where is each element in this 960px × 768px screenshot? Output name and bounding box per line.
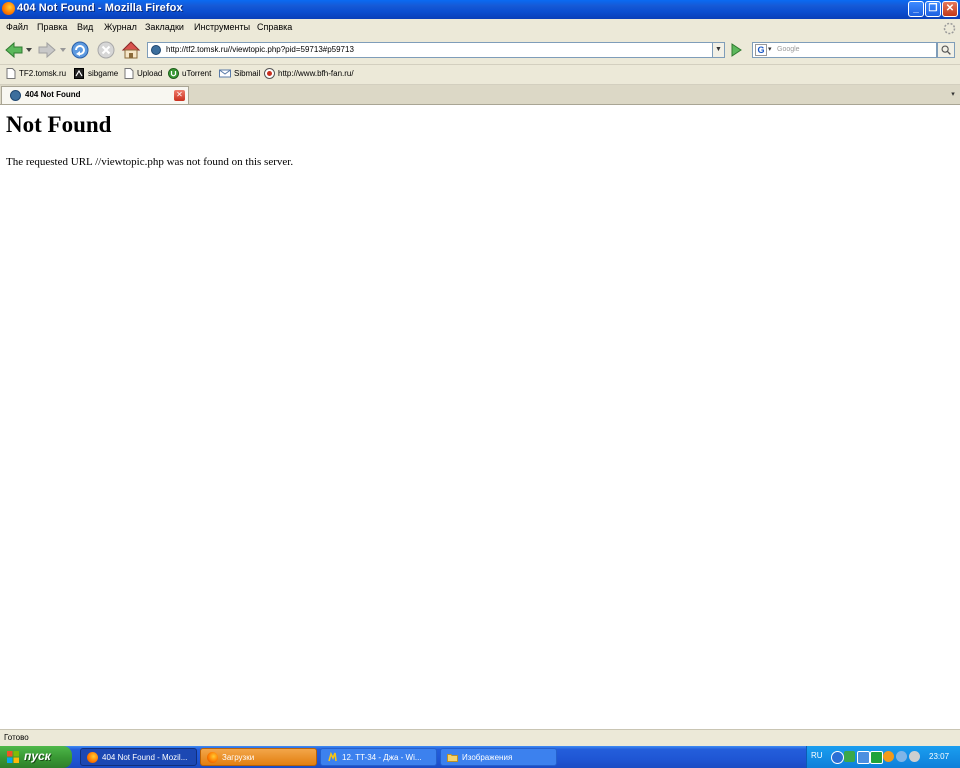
tab-close-icon[interactable]: ✕ (174, 90, 185, 101)
title-bar[interactable]: 404 Not Found - Mozilla Firefox _ ❐ ✕ (0, 0, 960, 19)
search-input[interactable]: G ▾ Google (752, 42, 937, 58)
forward-arrow-icon[interactable] (36, 39, 58, 61)
menu-bookmarks[interactable]: Закладки (145, 22, 184, 32)
tray-arrow-icon[interactable] (831, 751, 844, 764)
menu-help[interactable]: Справка (257, 22, 292, 32)
google-engine-icon[interactable]: G (755, 44, 767, 56)
address-bar[interactable]: http://tf2.tomsk.ru//viewtopic.php?pid=5… (147, 42, 713, 58)
throbber-icon (943, 22, 956, 35)
sibgame-icon (74, 68, 84, 79)
mail-icon (219, 69, 231, 78)
stop-icon[interactable] (95, 39, 117, 61)
winamp-icon (328, 752, 337, 762)
back-history-dropdown-icon[interactable] (26, 47, 33, 54)
start-button[interactable]: пуск (0, 746, 72, 768)
forward-history-dropdown-icon[interactable] (60, 47, 67, 54)
taskbar-item-downloads[interactable]: Загрузки (200, 748, 317, 766)
status-bar: Готово (0, 729, 960, 746)
system-tray: RU 23:07 (806, 746, 960, 768)
home-icon[interactable] (120, 39, 142, 61)
folder-icon (447, 754, 458, 762)
tray-volume-icon[interactable] (896, 751, 907, 762)
page-icon (6, 68, 16, 79)
menu-view[interactable]: Вид (77, 22, 93, 32)
bookmarks-toolbar: TF2.tomsk.ru sibgame Upload uTorrent Sib… (0, 65, 960, 85)
window-title: 404 Not Found - Mozilla Firefox (17, 2, 183, 14)
bookmark-tf2-tomsk[interactable]: TF2.tomsk.ru (19, 69, 66, 78)
taskbar: пуск 404 Not Found - Mozil... Загрузки 1… (0, 746, 960, 768)
navigation-toolbar: http://tf2.tomsk.ru//viewtopic.php?pid=5… (0, 37, 960, 65)
firefox-icon (2, 2, 15, 15)
restore-button[interactable]: ❐ (925, 1, 941, 17)
globe-icon (10, 90, 21, 101)
minimize-button[interactable]: _ (908, 1, 924, 17)
bookmark-bfh-fan[interactable]: http://www.bfh-fan.ru/ (278, 69, 354, 78)
taskbar-item-label: 404 Not Found - Mozil... (102, 753, 188, 762)
menu-history[interactable]: Журнал (104, 22, 137, 32)
go-button-icon[interactable] (728, 42, 744, 58)
menu-tools[interactable]: Инструменты (194, 22, 250, 32)
tray-app-icon[interactable] (870, 751, 883, 764)
menu-edit[interactable]: Правка (37, 22, 67, 32)
engine-dropdown-icon[interactable]: ▾ (768, 45, 772, 53)
bookmark-utorrent[interactable]: uTorrent (182, 69, 211, 78)
firefox-icon (207, 752, 218, 763)
page-heading: Not Found (6, 112, 112, 137)
back-arrow-icon[interactable] (3, 39, 25, 61)
status-text: Готово (4, 733, 29, 742)
windows-flag-icon (7, 751, 19, 763)
address-bar-url: http://tf2.tomsk.ru//viewtopic.php?pid=5… (166, 45, 354, 54)
reload-icon[interactable] (69, 39, 91, 61)
bookmark-sibmail[interactable]: Sibmail (234, 69, 260, 78)
tab-404-not-found[interactable]: 404 Not Found ✕ (1, 86, 189, 104)
tab-label: 404 Not Found (25, 90, 81, 99)
taskbar-item-label: Загрузки (222, 753, 255, 762)
clock: 23:07 (929, 752, 950, 761)
close-button[interactable]: ✕ (942, 1, 958, 17)
page-icon (124, 68, 134, 79)
target-icon (264, 68, 275, 79)
error-message: The requested URL //viewtopic.php was no… (6, 156, 294, 168)
taskbar-item-label: 12. TT-34 - Джа - Wi... (342, 753, 422, 762)
bookmark-sibgame[interactable]: sibgame (88, 69, 118, 78)
tab-strip: 404 Not Found ✕ ▾ (0, 85, 960, 105)
tray-connection-icon[interactable] (857, 751, 870, 764)
menu-file[interactable]: Файл (6, 22, 28, 32)
tray-network-icon[interactable] (844, 751, 855, 762)
tab-list-dropdown-icon[interactable]: ▾ (947, 87, 959, 102)
tray-misc-icon[interactable] (909, 751, 920, 762)
search-placeholder: Google (777, 46, 800, 53)
taskbar-item-label: Изображения (462, 753, 513, 762)
tray-antivirus-icon[interactable] (883, 751, 894, 762)
utorrent-icon (168, 68, 179, 79)
site-identity-icon[interactable] (151, 45, 161, 55)
taskbar-item-firefox-404[interactable]: 404 Not Found - Mozil... (80, 748, 197, 766)
start-label: пуск (24, 749, 51, 763)
taskbar-item-images-folder[interactable]: Изображения (440, 748, 557, 766)
bookmark-upload[interactable]: Upload (137, 69, 162, 78)
url-history-dropdown[interactable]: ▼ (713, 42, 725, 58)
menu-bar: Файл Правка Вид Журнал Закладки Инструме… (0, 19, 960, 38)
search-icon[interactable] (937, 42, 955, 58)
language-indicator[interactable]: RU (811, 751, 823, 760)
taskbar-item-winamp[interactable]: 12. TT-34 - Джа - Wi... (320, 748, 437, 766)
page-content: Not Found The requested URL //viewtopic.… (0, 105, 960, 729)
firefox-icon (87, 752, 98, 763)
